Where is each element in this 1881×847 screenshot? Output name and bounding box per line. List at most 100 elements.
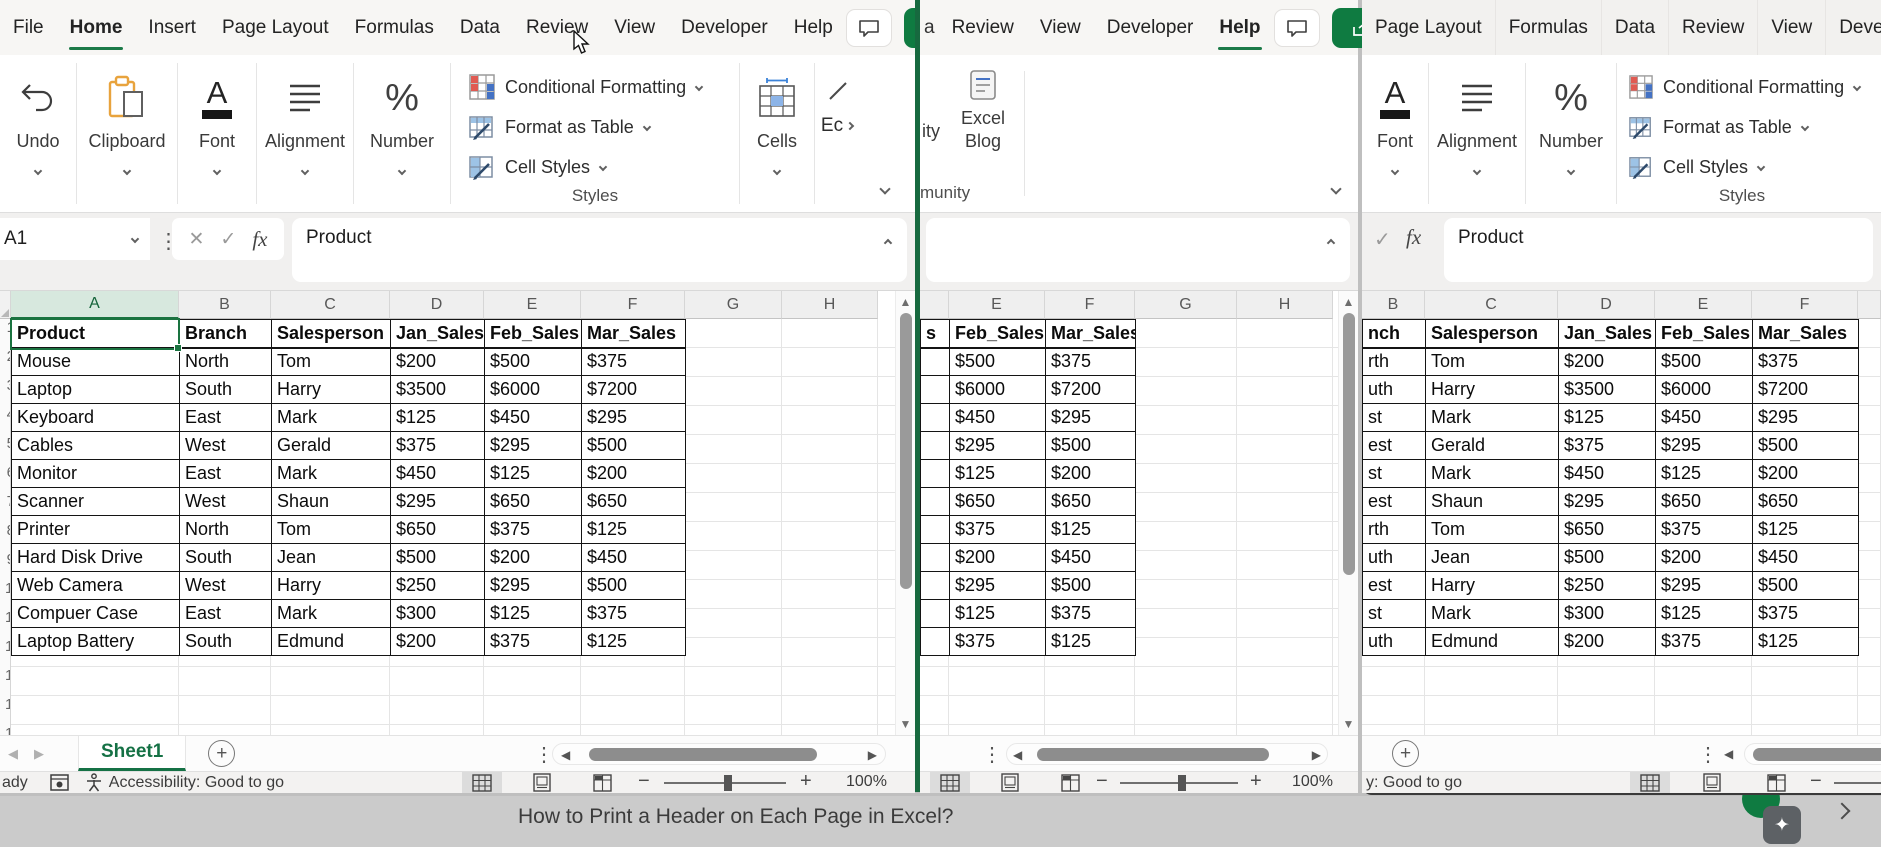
scroll-up-icon[interactable]: ▲: [896, 295, 915, 309]
cell[interactable]: Cables: [11, 431, 180, 460]
cell[interactable]: Harry: [1425, 571, 1559, 600]
cell[interactable]: [920, 347, 950, 376]
cell[interactable]: uth: [1362, 627, 1426, 656]
cell[interactable]: $7200: [1752, 375, 1859, 404]
ribbon-collapse-chevron[interactable]: [879, 180, 891, 198]
cell[interactable]: West: [179, 487, 272, 516]
cell[interactable]: $295: [949, 431, 1046, 460]
scroll-down-icon[interactable]: ▼: [896, 717, 915, 731]
cell[interactable]: $6000: [1655, 375, 1753, 404]
cell[interactable]: Branch: [179, 319, 272, 349]
zoom-in-button[interactable]: +: [800, 770, 812, 793]
cell[interactable]: North: [179, 515, 272, 544]
cell[interactable]: Compuer Case: [11, 599, 180, 628]
cell[interactable]: $375: [1655, 515, 1753, 544]
zoom-slider[interactable]: [1834, 782, 1881, 784]
cell[interactable]: Tom: [1425, 515, 1559, 544]
scroll-right-icon[interactable]: ▶: [868, 748, 877, 762]
cell[interactable]: $3500: [390, 375, 485, 404]
cell[interactable]: $450: [1655, 403, 1753, 432]
cell[interactable]: $375: [581, 599, 686, 628]
name-box[interactable]: A1: [0, 218, 150, 260]
cell[interactable]: $450: [1558, 459, 1656, 488]
alignment-chevron[interactable]: [1472, 166, 1482, 176]
insert-function-icon[interactable]: fx: [252, 227, 267, 252]
tab-review[interactable]: Review: [513, 0, 601, 55]
enter-icon[interactable]: ✓: [1374, 227, 1391, 252]
column-header-F[interactable]: F: [1752, 291, 1858, 319]
cell[interactable]: est: [1362, 487, 1426, 516]
cell[interactable]: $295: [581, 403, 686, 432]
column-header-H[interactable]: H: [1237, 291, 1333, 319]
column-header-partial[interactable]: [920, 291, 949, 319]
formula-input[interactable]: Product: [1444, 218, 1873, 282]
page-layout-view-button[interactable]: [1692, 772, 1732, 793]
column-header-C[interactable]: C: [1425, 291, 1558, 319]
cell[interactable]: Shaun: [1425, 487, 1559, 516]
cell[interactable]: $375: [1045, 347, 1136, 376]
cell[interactable]: est: [1362, 571, 1426, 600]
cell[interactable]: uth: [1362, 543, 1426, 572]
tab-view[interactable]: View: [1757, 0, 1825, 55]
cell[interactable]: $200: [581, 459, 686, 488]
name-box-chevron[interactable]: [130, 234, 140, 244]
sparkle-badge-button[interactable]: ✦: [1763, 806, 1801, 844]
cell[interactable]: $500: [581, 431, 686, 460]
cell[interactable]: Mouse: [11, 347, 180, 376]
page-break-view-button[interactable]: [1050, 772, 1090, 793]
cell[interactable]: North: [179, 347, 272, 376]
cell[interactable]: $375: [390, 431, 485, 460]
cell[interactable]: $650: [1045, 487, 1136, 516]
cell[interactable]: [920, 515, 950, 544]
cell[interactable]: $450: [390, 459, 485, 488]
cell[interactable]: $650: [581, 487, 686, 516]
cell[interactable]: [920, 571, 950, 600]
cell[interactable]: $450: [484, 403, 582, 432]
column-header-E[interactable]: E: [1655, 291, 1752, 319]
cell[interactable]: rth: [1362, 347, 1426, 376]
cell[interactable]: South: [179, 375, 272, 404]
cell[interactable]: $125: [1752, 627, 1859, 656]
cell[interactable]: Tom: [271, 347, 391, 376]
tab-review[interactable]: Review: [1668, 0, 1757, 55]
conditional-formatting-button[interactable]: Conditional Formatting: [1629, 67, 1862, 107]
tab-data[interactable]: Data: [1600, 0, 1668, 55]
ribbon-collapse-chevron[interactable]: [1330, 180, 1342, 198]
cell[interactable]: $650: [1752, 487, 1859, 516]
tab-view[interactable]: View: [601, 0, 668, 55]
cell[interactable]: Tom: [1425, 347, 1559, 376]
cell[interactable]: rth: [1362, 515, 1426, 544]
cell[interactable]: $200: [1045, 459, 1136, 488]
undo-group[interactable]: Undo: [0, 55, 76, 212]
cell[interactable]: $450: [949, 403, 1046, 432]
cell[interactable]: Edmund: [1425, 627, 1559, 656]
cells-chevron[interactable]: [772, 166, 782, 176]
tab-file[interactable]: File: [0, 0, 57, 55]
tab-page-layout[interactable]: Page Layout: [209, 0, 342, 55]
cell[interactable]: $375: [949, 627, 1046, 656]
cell[interactable]: $200: [390, 627, 485, 656]
cell[interactable]: Mark: [1425, 403, 1559, 432]
formula-bar-collapse-chevron[interactable]: [883, 230, 893, 252]
cell[interactable]: [920, 599, 950, 628]
cell[interactable]: Feb_Sales: [484, 319, 582, 349]
cell[interactable]: $375: [1045, 599, 1136, 628]
cell[interactable]: $125: [581, 627, 686, 656]
font-chevron[interactable]: [212, 166, 222, 176]
cell[interactable]: $200: [484, 543, 582, 572]
normal-view-button[interactable]: [1630, 772, 1670, 793]
tab-insert[interactable]: Insert: [135, 0, 209, 55]
cell[interactable]: s: [920, 319, 950, 349]
cell[interactable]: uth: [1362, 375, 1426, 404]
cell[interactable]: $125: [949, 599, 1046, 628]
editing-chevron[interactable]: [845, 121, 855, 131]
horizontal-scrollbar-middle[interactable]: ◀ ▶: [1006, 743, 1328, 765]
cell[interactable]: $6000: [484, 375, 582, 404]
column-header-E[interactable]: E: [949, 291, 1045, 319]
normal-view-button[interactable]: [462, 772, 502, 793]
cell[interactable]: $125: [1045, 627, 1136, 656]
cell[interactable]: Gerald: [1425, 431, 1559, 460]
cell[interactable]: Mark: [271, 599, 391, 628]
cell[interactable]: West: [179, 431, 272, 460]
tab-home[interactable]: Home: [57, 0, 136, 55]
